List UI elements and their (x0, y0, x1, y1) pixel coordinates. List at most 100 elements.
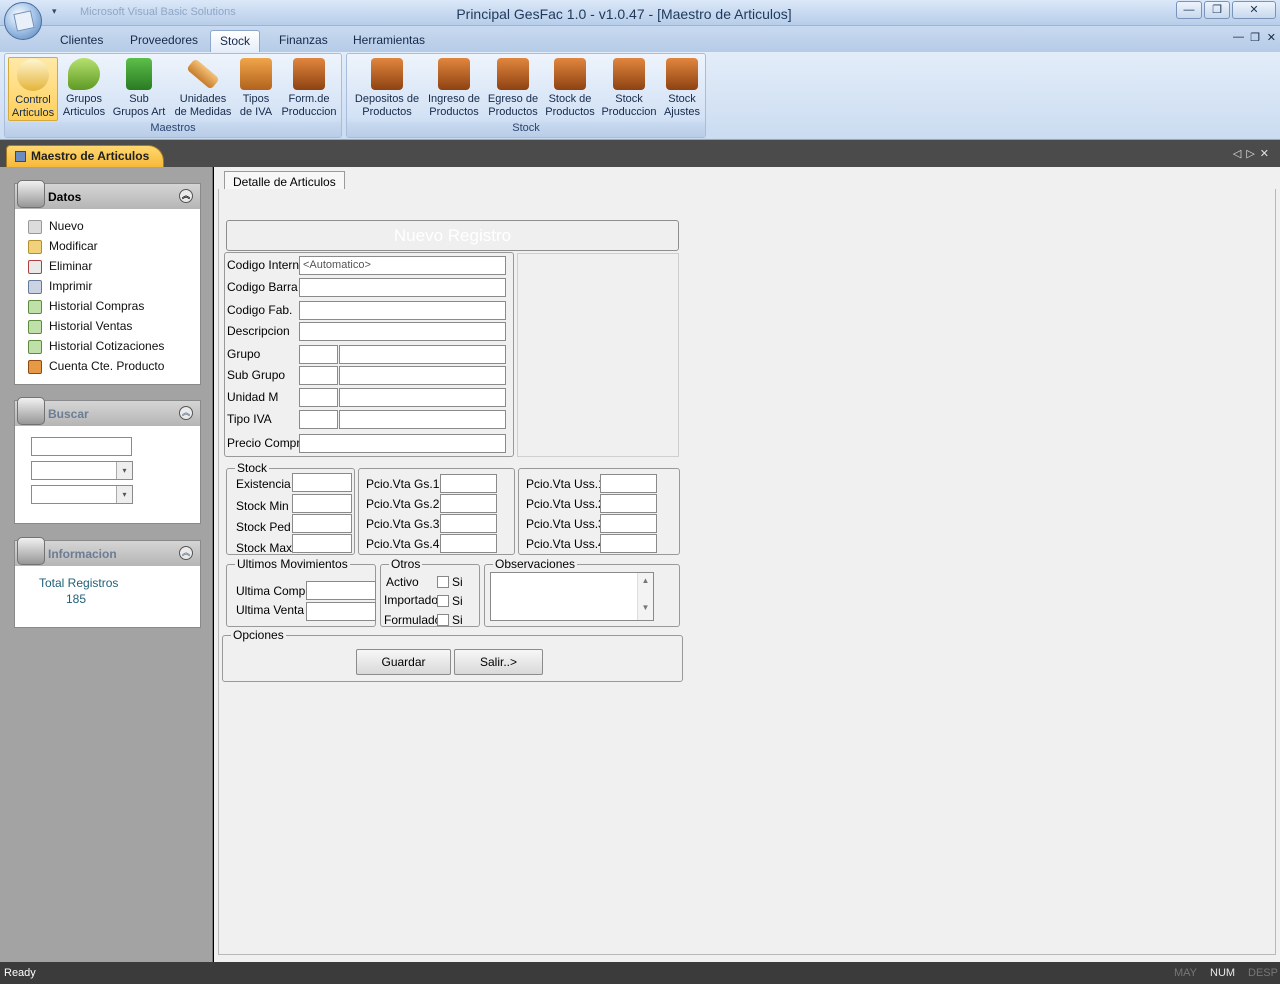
datos-title: Datos (48, 190, 82, 204)
scroll-up-icon[interactable]: ▲ (638, 576, 653, 585)
salir-button[interactable]: Salir..> (454, 649, 543, 675)
search-combo-2[interactable]: ▾ (31, 485, 133, 504)
chest-home-icon (371, 58, 403, 90)
pcio-gs-3-input[interactable] (440, 514, 497, 533)
stock-min-input[interactable] (292, 494, 352, 513)
mdi-restore-button[interactable]: ❐ (1250, 31, 1260, 44)
search-input[interactable] (31, 437, 132, 456)
activo-checkbox[interactable] (437, 576, 449, 588)
guardar-button[interactable]: Guardar (356, 649, 451, 675)
formulado-checkbox[interactable] (437, 614, 449, 626)
existencia-input[interactable] (292, 473, 352, 492)
tab-prev-icon[interactable]: ◁ (1233, 148, 1246, 160)
application-menu-button[interactable] (4, 2, 42, 40)
observaciones-group: Observaciones ▲ ▼ (484, 557, 680, 627)
chevron-down-icon[interactable]: ▾ (116, 462, 132, 479)
close-button[interactable]: ✕ (1232, 1, 1276, 19)
tab-clientes[interactable]: Clientes (51, 30, 112, 52)
ribbon-label: Productos (362, 106, 412, 118)
sidebar-item-label: Imprimir (49, 279, 93, 293)
stock-ped-label: Stock Ped (236, 520, 291, 534)
descripcion-input[interactable] (299, 322, 506, 341)
ribbon-label: Stock (668, 93, 696, 105)
sub-grupo-code-input[interactable] (299, 366, 338, 385)
grupos-articulos-button[interactable]: Grupos Articulos (60, 57, 108, 121)
pcio-gs-2-input[interactable] (440, 494, 497, 513)
grupo-name-input[interactable] (339, 345, 506, 364)
unidad-m-name-input[interactable] (339, 388, 506, 407)
ribbon-group-maestros: Control Articulos Grupos Articulos Sub G… (4, 53, 342, 138)
left-task-panel: Datos ︽ Nuevo Modificar Eliminar Imprimi… (0, 167, 213, 962)
chevron-down-icon[interactable]: ▾ (116, 486, 132, 503)
stock-produccion-button[interactable]: Stock Produccion (599, 57, 659, 121)
collapse-icon[interactable]: ︽ (179, 546, 193, 560)
pcio-uss-3-input[interactable] (600, 514, 657, 533)
search-combo-1[interactable]: ▾ (31, 461, 133, 480)
tab-stock[interactable]: Stock (210, 30, 261, 52)
scroll-down-icon[interactable]: ▼ (638, 603, 653, 612)
pcio-uss-label: Pcio.Vta Uss.1 (526, 477, 605, 491)
mdi-minimize-button[interactable]: — (1233, 31, 1244, 43)
tab-finanzas[interactable]: Finanzas (270, 30, 337, 52)
stock-ped-input[interactable] (292, 514, 352, 533)
unidades-medidas-button[interactable]: Unidades de Medidas (171, 57, 235, 121)
stock-ajustes-button[interactable]: Stock Ajustes (660, 57, 704, 121)
sub-grupo-name-input[interactable] (339, 366, 506, 385)
image-box[interactable] (517, 253, 679, 457)
collapse-icon[interactable]: ︽ (179, 406, 193, 420)
pcio-gs-1-input[interactable] (440, 474, 497, 493)
stock-max-input[interactable] (292, 534, 352, 553)
sidebar-item-cuenta-cte[interactable]: Cuenta Cte. Producto (15, 356, 200, 376)
depositos-productos-button[interactable]: Depositos de Productos (351, 57, 423, 121)
codigo-interno-input[interactable]: <Automatico> (299, 256, 506, 275)
pcio-uss-1-input[interactable] (600, 474, 657, 493)
codigo-barra-input[interactable] (299, 278, 506, 297)
ribbon-label: Produccion (601, 106, 657, 118)
importado-checkbox[interactable] (437, 595, 449, 607)
ultima-venta-input[interactable] (306, 602, 376, 621)
precio-compra-input[interactable] (299, 434, 506, 453)
codigo-fab-input[interactable] (299, 301, 506, 320)
pcio-uss-2-input[interactable] (600, 494, 657, 513)
scrollbar[interactable]: ▲ ▼ (637, 573, 653, 620)
sidebar-item-label: Historial Ventas (49, 319, 133, 333)
maximize-button[interactable]: ❐ (1204, 1, 1230, 19)
form-produccion-button[interactable]: Form.de Produccion (278, 57, 340, 121)
caps-indicator: MAY (1174, 967, 1198, 979)
history-icon (28, 340, 42, 354)
precio-gs-group: Pcio.Vta Gs.1 Pcio.Vta Gs.2 Pcio.Vta Gs.… (358, 468, 515, 555)
tipo-iva-name-input[interactable] (339, 410, 506, 429)
sidebar-item-historial-compras[interactable]: Historial Compras (15, 296, 200, 316)
tipo-iva-code-input[interactable] (299, 410, 338, 429)
tab-close-icon[interactable]: ✕ (1260, 148, 1274, 160)
tab-herramientas[interactable]: Herramientas (344, 30, 434, 52)
stock-productos-button[interactable]: Stock de Productos (542, 57, 598, 121)
sidebar-item-historial-ventas[interactable]: Historial Ventas (15, 316, 200, 336)
edit-icon (28, 240, 42, 254)
egreso-productos-button[interactable]: Egreso de Productos (485, 57, 541, 121)
grupo-code-input[interactable] (299, 345, 338, 364)
tab-maestro-articulos[interactable]: Maestro de Articulos (6, 145, 164, 167)
collapse-icon[interactable]: ︽ (179, 189, 193, 203)
pcio-uss-4-input[interactable] (600, 534, 657, 553)
sidebar-item-nuevo[interactable]: Nuevo (15, 216, 200, 236)
unidad-m-code-input[interactable] (299, 388, 338, 407)
tab-next-icon[interactable]: ▷ (1246, 148, 1259, 160)
mdi-close-button[interactable]: ✕ (1267, 31, 1276, 44)
ultima-compra-input[interactable] (306, 581, 376, 600)
ingreso-productos-button[interactable]: Ingreso de Productos (424, 57, 484, 121)
tab-proveedores[interactable]: Proveedores (121, 30, 207, 52)
sidebar-item-modificar[interactable]: Modificar (15, 236, 200, 256)
sub-grupos-button[interactable]: Sub Grupos Art (109, 57, 169, 121)
chest-add-icon (438, 58, 470, 90)
pcio-gs-4-input[interactable] (440, 534, 497, 553)
observaciones-textarea[interactable]: ▲ ▼ (490, 572, 654, 621)
tipos-iva-button[interactable]: Tipos de IVA (236, 57, 276, 121)
control-articulos-button[interactable]: Control Articulos (8, 57, 58, 121)
sidebar-item-historial-cotizaciones[interactable]: Historial Cotizaciones (15, 336, 200, 356)
precio-compra-label: Precio Compra (227, 436, 308, 450)
sidebar-item-eliminar[interactable]: Eliminar (15, 256, 200, 276)
ribbon-label: Articulos (11, 107, 55, 119)
sidebar-item-imprimir[interactable]: Imprimir (15, 276, 200, 296)
minimize-button[interactable]: — (1176, 1, 1202, 19)
